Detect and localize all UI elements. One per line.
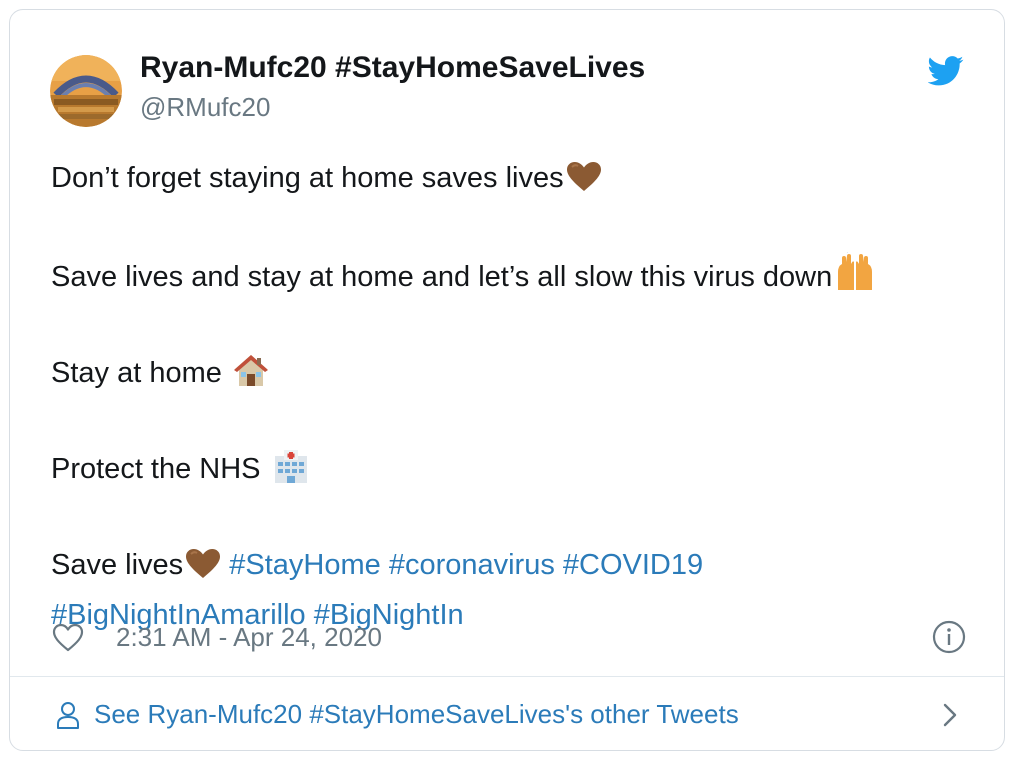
hashtag-link[interactable]: #coronavirus [389, 549, 555, 581]
tweet-line-text: Stay at home [51, 357, 230, 389]
brown-heart-icon [566, 161, 602, 206]
chevron-right-icon[interactable] [942, 703, 958, 727]
tweet-line: Protect the NHS [51, 447, 971, 497]
twitter-bird-icon[interactable] [927, 56, 964, 86]
author-handle[interactable]: @RMufc20 [140, 92, 270, 123]
tweet-line-text: Save lives [51, 549, 184, 581]
see-other-tweets-label[interactable]: See Ryan-Mufc20 #StayHomeSaveLives's oth… [94, 699, 739, 730]
heart-outline-icon[interactable] [52, 623, 84, 653]
tweet-line: Don’t forget staying at home saves lives [51, 156, 971, 206]
author-display-name[interactable]: Ryan-Mufc20 #StayHomeSaveLives [140, 51, 645, 85]
tweet-line: Save lives #StayHome #coronavirus #COVID… [51, 543, 971, 593]
tweet-line-text: Protect the NHS [51, 453, 269, 485]
tweet-line: Stay at home [51, 351, 971, 401]
house-icon [232, 352, 270, 401]
tweet-line: Save lives and stay at home and let’s al… [51, 249, 971, 305]
tweet-meta-row: 2:31 AM - Apr 24, 2020 [50, 620, 970, 656]
hashtag-link[interactable]: #COVID19 [563, 549, 703, 581]
user-icon [56, 701, 80, 729]
info-icon[interactable] [932, 620, 966, 654]
brown-heart-icon [185, 548, 221, 593]
see-other-tweets-link[interactable]: See Ryan-Mufc20 #StayHomeSaveLives's oth… [10, 677, 1004, 751]
hashtag-link[interactable]: #StayHome [229, 549, 381, 581]
tweet-line-text: Save lives and stay at home and let’s al… [51, 261, 833, 293]
hospital-icon [271, 448, 311, 497]
tweet-body: Don’t forget staying at home saves lives… [51, 156, 971, 637]
raising-hands-icon [834, 249, 876, 305]
tweet-line-text: Don’t forget staying at home saves lives [51, 162, 564, 194]
tweet-timestamp[interactable]: 2:31 AM - Apr 24, 2020 [116, 622, 382, 653]
author-avatar[interactable] [50, 55, 122, 127]
embedded-tweet-card: Ryan-Mufc20 #StayHomeSaveLives @RMufc20 … [9, 9, 1005, 751]
